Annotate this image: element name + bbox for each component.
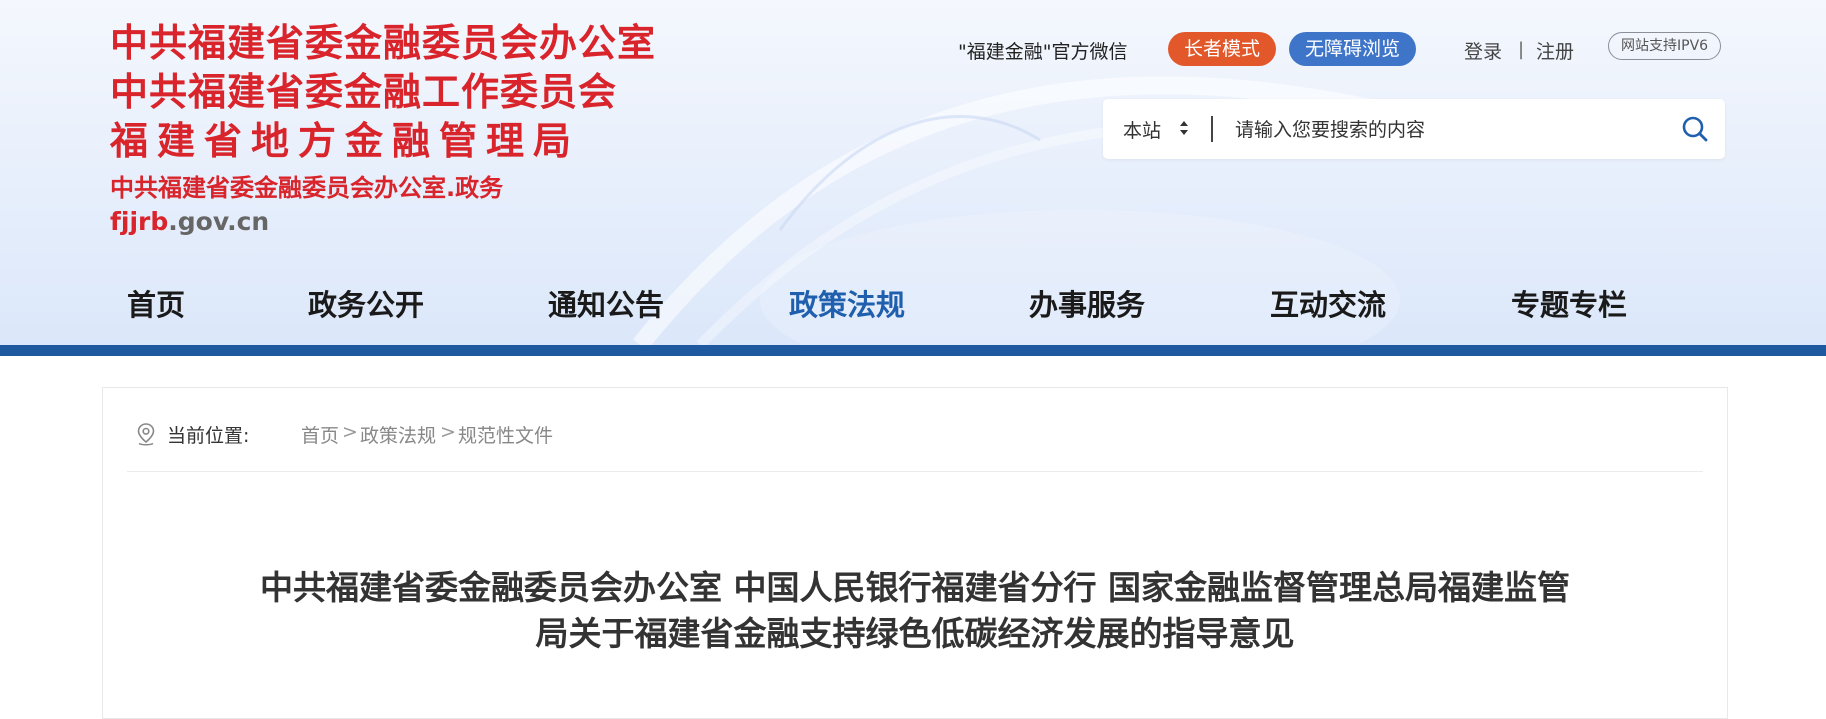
site-logo[interactable]: 中共福建省委金融委员会办公室 中共福建省委金融工作委员会 福建省地方金融管理局 …	[110, 18, 656, 239]
logo-domain: fjjrb.gov.cn	[110, 205, 656, 239]
breadcrumb-policies[interactable]: 政策法规	[360, 421, 436, 448]
breadcrumb-home[interactable]: 首页	[301, 421, 339, 448]
content-panel: 当前位置: 首页 > 政策法规 > 规范性文件 中共福建省委金融委员会办公室 中…	[102, 387, 1728, 719]
logo-domain-gray: .gov.cn	[168, 207, 270, 236]
login-link[interactable]: 登录	[1464, 37, 1502, 64]
breadcrumb-arrow: >	[440, 421, 456, 443]
breadcrumb-label: 当前位置:	[167, 425, 250, 447]
search-divider	[1211, 116, 1213, 142]
nav-item-special-topics[interactable]: 专题专栏	[1511, 280, 1627, 330]
search-scope-select[interactable]: 本站	[1123, 116, 1161, 143]
logo-line-2: 中共福建省委金融工作委员会	[110, 69, 618, 114]
main-nav: 首页 政务公开 通知公告 政策法规 办事服务 互动交流 专题专栏	[0, 280, 1826, 330]
article-title-line-1: 中共福建省委金融委员会办公室 中国人民银行福建省分行 国家金融监督管理总局福建监…	[260, 568, 1570, 608]
nav-item-policies[interactable]: 政策法规	[789, 280, 905, 330]
logo-domain-red: fjjrb	[110, 207, 169, 236]
nav-item-interaction[interactable]: 互动交流	[1270, 280, 1386, 330]
search-box: 本站	[1103, 99, 1725, 159]
breadcrumb-divider	[127, 471, 1703, 472]
wechat-link[interactable]: "福建金融"官方微信	[958, 37, 1127, 64]
login-register-separator: |	[1518, 39, 1525, 60]
logo-subtitle: 中共福建省委金融委员会办公室.政务	[110, 174, 504, 202]
nav-item-services[interactable]: 办事服务	[1029, 280, 1145, 330]
location-pin-icon	[137, 423, 155, 446]
ipv6-badge: 网站支持IPV6	[1608, 32, 1722, 60]
logo-line-3: 福建省地方金融管理局	[110, 118, 581, 163]
accessible-browse-button[interactable]: 无障碍浏览	[1289, 32, 1417, 66]
article-title: 中共福建省委金融委员会办公室 中国人民银行福建省分行 国家金融监督管理总局福建监…	[163, 565, 1667, 657]
search-input[interactable]	[1233, 111, 1667, 149]
article-title-line-2: 局关于福建省金融支持绿色低碳经济发展的指导意见	[535, 614, 1295, 654]
nav-item-home[interactable]: 首页	[127, 280, 185, 330]
breadcrumb-regulatory-docs[interactable]: 规范性文件	[458, 421, 553, 448]
nav-item-notices[interactable]: 通知公告	[548, 280, 664, 330]
site-header: 中共福建省委金融委员会办公室 中共福建省委金融工作委员会 福建省地方金融管理局 …	[0, 0, 1826, 345]
search-icon[interactable]	[1681, 115, 1709, 143]
nav-bottom-bar	[0, 345, 1826, 356]
breadcrumb-arrow: >	[342, 421, 358, 443]
nav-item-gov-affairs[interactable]: 政务公开	[308, 280, 424, 330]
elder-mode-button[interactable]: 长者模式	[1168, 32, 1277, 66]
logo-line-1: 中共福建省委金融委员会办公室	[110, 20, 657, 65]
register-link[interactable]: 注册	[1536, 37, 1574, 64]
updown-arrows-icon[interactable]	[1179, 117, 1189, 139]
